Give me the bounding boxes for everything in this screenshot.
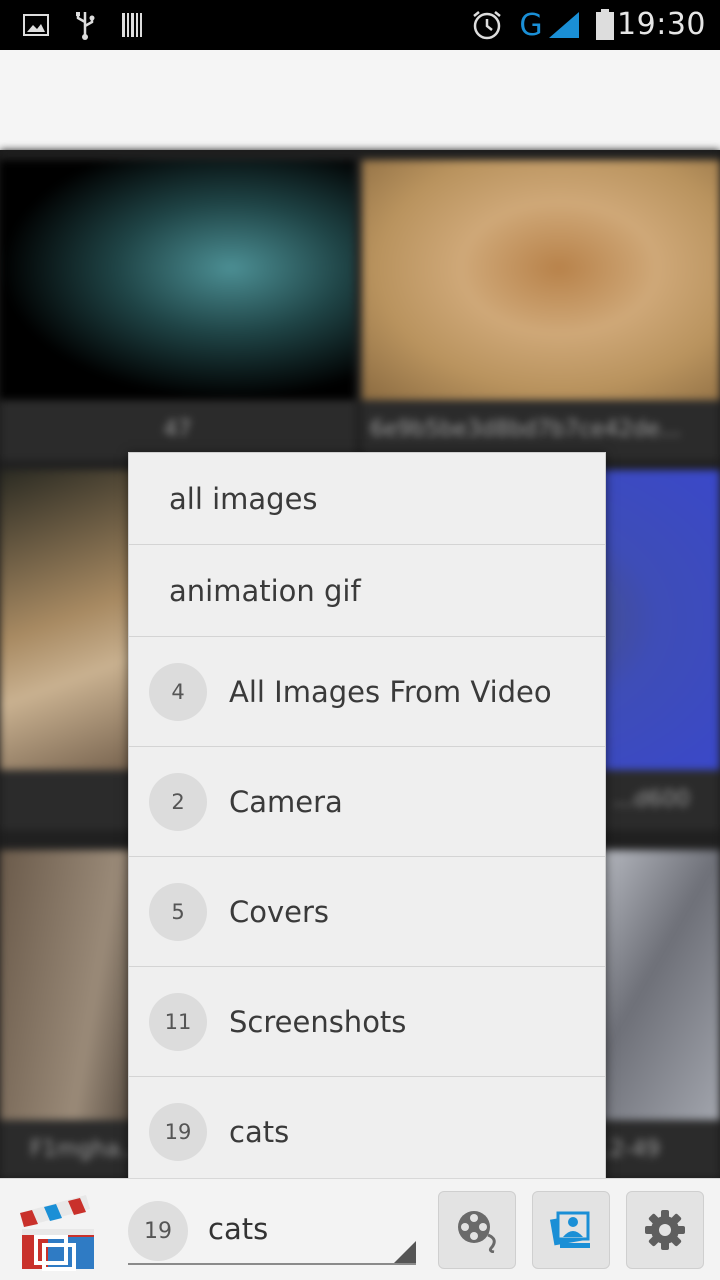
dropdown-item-label: All Images From Video (229, 674, 552, 709)
signal-icon (546, 0, 582, 50)
dropdown-item-screenshots[interactable]: 11 Screenshots (129, 967, 605, 1077)
dropdown-item-cats[interactable]: 19 cats (129, 1077, 605, 1187)
status-bar: G 19:30 (0, 0, 720, 50)
dropdown-arrow-icon (394, 1241, 416, 1263)
album-count-badge: 19 (128, 1201, 188, 1261)
battery-icon (594, 0, 616, 50)
thumbnail-caption: 6e9b5be3d8bd7b7ce42de... (362, 400, 720, 460)
network-type: G (519, 7, 543, 43)
status-time: 19:30 (617, 7, 706, 42)
thumbnail-leopard[interactable] (0, 160, 355, 400)
film-reel-icon (458, 1211, 496, 1253)
album-spinner[interactable]: 19 cats (128, 1197, 416, 1265)
usb-icon (72, 0, 98, 50)
album-count-badge: 4 (149, 662, 207, 721)
dropdown-item-label: Camera (229, 784, 343, 819)
bottom-toolbar: 19 cats (0, 1178, 720, 1280)
dropdown-item-all-images-from-video[interactable]: 4 All Images From Video (129, 637, 605, 747)
settings-button[interactable] (626, 1191, 704, 1269)
video-button[interactable] (438, 1191, 516, 1269)
dropdown-item-label: animation gif (169, 573, 361, 608)
album-count-badge: 11 (149, 992, 207, 1051)
dropdown-item-label: Screenshots (229, 1004, 407, 1039)
gallery-icon (549, 1211, 590, 1248)
selected-album-label: cats (208, 1212, 269, 1246)
gallery-button[interactable] (532, 1191, 610, 1269)
image-icon (22, 0, 50, 50)
dropdown-item-all-images[interactable]: all images (129, 453, 605, 545)
gear-icon (645, 1210, 685, 1250)
thumbnail-lion-cub[interactable] (362, 160, 720, 400)
album-count-badge: 2 (149, 772, 207, 831)
alarm-icon (470, 0, 504, 50)
thumbnail-caption: 47 (0, 400, 355, 460)
album-count-badge: 19 (149, 1103, 207, 1161)
dropdown-item-label: all images (169, 481, 318, 516)
dropdown-item-covers[interactable]: 5 Covers (129, 857, 605, 967)
album-count-badge: 5 (149, 882, 207, 941)
action-bar (0, 50, 720, 150)
album-dropdown: all images animation gif 4 All Images Fr… (128, 452, 606, 1184)
dropdown-item-label: Covers (229, 894, 330, 929)
dropdown-item-animation-gif[interactable]: animation gif (129, 545, 605, 637)
dropdown-item-label: cats (229, 1115, 290, 1149)
barcode-icon (120, 0, 144, 50)
dropdown-item-camera[interactable]: 2 Camera (129, 747, 605, 857)
clapperboard-logo-icon[interactable] (14, 1187, 98, 1273)
